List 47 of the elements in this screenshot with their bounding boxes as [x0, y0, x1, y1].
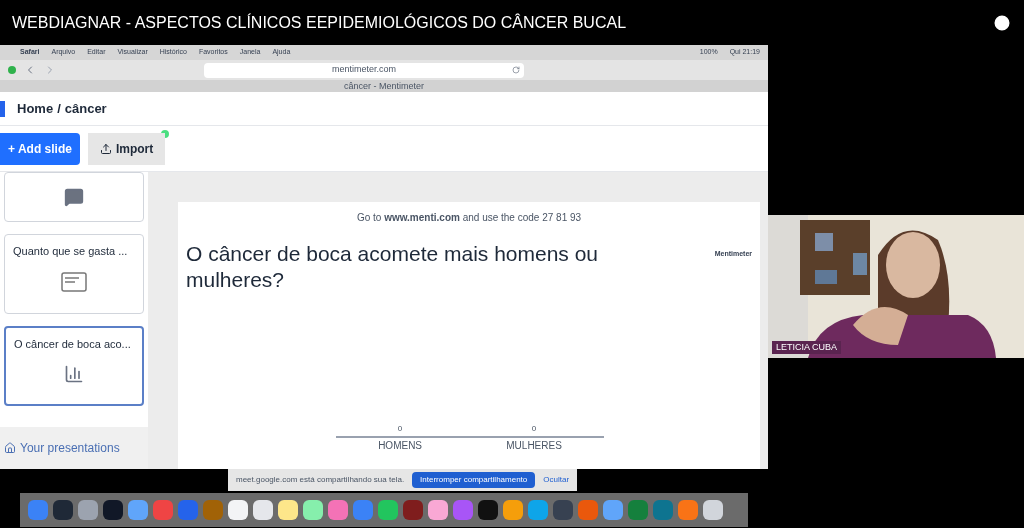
video-title: WEBDIAGNAR - ASPECTOS CLÍNICOS EEPIDEMIOLÓGICOS DO CÂNCER BUCAL: [12, 12, 627, 33]
logo-mark: [0, 100, 5, 117]
app-icon[interactable]: [253, 500, 273, 520]
app-icon[interactable]: [603, 500, 623, 520]
app-icon[interactable]: [278, 500, 298, 520]
slide-title: Quanto que se gasta ...: [13, 244, 128, 259]
breadcrumb-item[interactable]: câncer: [64, 98, 107, 119]
app-icon[interactable]: [503, 500, 523, 520]
app-icon[interactable]: [703, 500, 723, 520]
slide-thumbnail[interactable]: O câncer de boca aco...: [4, 326, 144, 406]
bar-label: MULHERES: [506, 439, 562, 453]
bar-value: 0: [531, 423, 537, 435]
bar-label: HOMENS: [378, 439, 423, 453]
slide-thumbnail[interactable]: Quanto que se gasta ...: [4, 234, 144, 314]
upload-icon: [99, 142, 112, 155]
bar-value: 0: [397, 423, 403, 435]
add-slide-button[interactable]: + Add slide: [0, 132, 80, 165]
app-icon[interactable]: [328, 500, 348, 520]
app-icon[interactable]: [303, 500, 323, 520]
app-icon[interactable]: [228, 500, 248, 520]
app-icon[interactable]: [428, 500, 448, 520]
app-icon[interactable]: [553, 500, 573, 520]
question-title: O câncer de boca acomete mais homens ou mulheres?: [186, 241, 600, 294]
hide-button[interactable]: Ocultar: [543, 474, 570, 486]
app-icon[interactable]: [103, 500, 123, 520]
instruction-text: Go to www.menti.com and use the code 27 81 93: [355, 211, 583, 225]
breadcrumb-item: /: [57, 99, 61, 118]
window-button-icon[interactable]: [8, 66, 16, 74]
browser-tab[interactable]: câncer - Mentimeter: [0, 80, 768, 92]
slide-thumbnail[interactable]: [4, 172, 144, 222]
app-icon[interactable]: [528, 500, 548, 520]
stop-sharing-button[interactable]: Interromper compartilhamento: [412, 472, 536, 488]
share-notice-text: meet.google.com está compartilhando sua tela.: [236, 474, 405, 486]
address-bar[interactable]: mentimeter.com: [204, 62, 524, 78]
bar-chart-icon: [64, 364, 84, 385]
app-icon[interactable]: [378, 500, 398, 520]
app-icon[interactable]: [53, 500, 73, 520]
import-button[interactable]: Import: [87, 132, 166, 165]
reload-icon[interactable]: [512, 66, 520, 74]
your-presentations-link[interactable]: Your presentations: [0, 427, 148, 469]
breadcrumb-item[interactable]: Home: [17, 98, 54, 119]
card-icon: [61, 272, 87, 293]
app-icon[interactable]: [128, 500, 148, 520]
slide-title: O câncer de boca aco...: [14, 337, 131, 352]
app-icon[interactable]: [478, 500, 498, 520]
home-icon: [4, 442, 16, 454]
app-icon[interactable]: [78, 500, 98, 520]
